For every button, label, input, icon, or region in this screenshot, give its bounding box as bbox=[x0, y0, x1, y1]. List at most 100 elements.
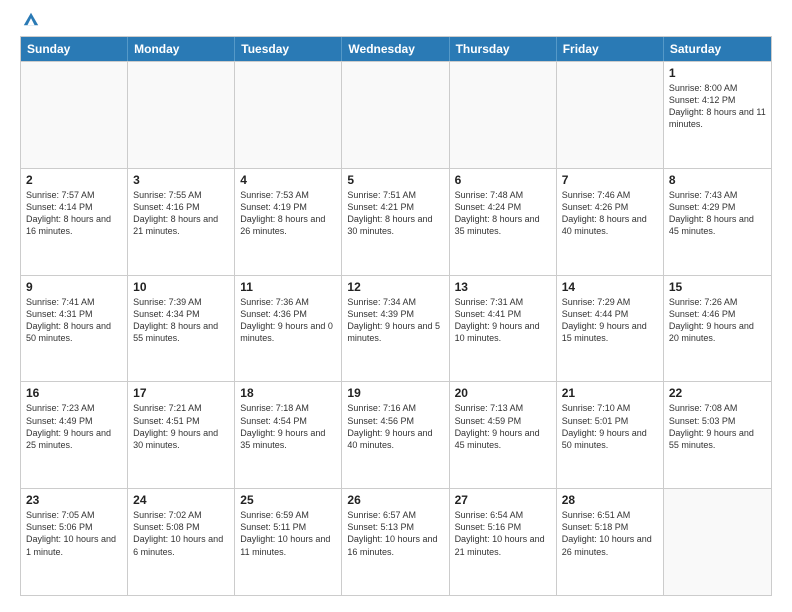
calendar-header-row: SundayMondayTuesdayWednesdayThursdayFrid… bbox=[21, 37, 771, 61]
day-number: 15 bbox=[669, 280, 766, 294]
calendar-cell: 16 Sunrise: 7:23 AM Sunset: 4:49 PM Dayli… bbox=[21, 382, 128, 488]
cell-info: Sunrise: 7:10 AM Sunset: 5:01 PM Dayligh… bbox=[562, 402, 658, 451]
calendar-cell: 26 Sunrise: 6:57 AM Sunset: 5:13 PM Dayli… bbox=[342, 489, 449, 595]
calendar-cell: 10 Sunrise: 7:39 AM Sunset: 4:34 PM Dayli… bbox=[128, 276, 235, 382]
calendar-cell: 18 Sunrise: 7:18 AM Sunset: 4:54 PM Dayli… bbox=[235, 382, 342, 488]
calendar-cell: 23 Sunrise: 7:05 AM Sunset: 5:06 PM Dayli… bbox=[21, 489, 128, 595]
cell-info: Sunrise: 7:02 AM Sunset: 5:08 PM Dayligh… bbox=[133, 509, 229, 558]
calendar: SundayMondayTuesdayWednesdayThursdayFrid… bbox=[20, 36, 772, 596]
calendar-cell: 25 Sunrise: 6:59 AM Sunset: 5:11 PM Dayli… bbox=[235, 489, 342, 595]
cell-info: Sunrise: 6:57 AM Sunset: 5:13 PM Dayligh… bbox=[347, 509, 443, 558]
day-number: 2 bbox=[26, 173, 122, 187]
calendar-cell: 12 Sunrise: 7:34 AM Sunset: 4:39 PM Dayli… bbox=[342, 276, 449, 382]
calendar-cell bbox=[450, 62, 557, 168]
day-number: 14 bbox=[562, 280, 658, 294]
page: SundayMondayTuesdayWednesdayThursdayFrid… bbox=[0, 0, 792, 612]
day-number: 18 bbox=[240, 386, 336, 400]
cell-info: Sunrise: 7:08 AM Sunset: 5:03 PM Dayligh… bbox=[669, 402, 766, 451]
calendar-cell bbox=[128, 62, 235, 168]
calendar-body: 1 Sunrise: 8:00 AM Sunset: 4:12 PM Daylig… bbox=[21, 61, 771, 595]
calendar-cell: 2 Sunrise: 7:57 AM Sunset: 4:14 PM Daylig… bbox=[21, 169, 128, 275]
header-day-tuesday: Tuesday bbox=[235, 37, 342, 61]
cell-info: Sunrise: 7:31 AM Sunset: 4:41 PM Dayligh… bbox=[455, 296, 551, 345]
calendar-cell bbox=[557, 62, 664, 168]
calendar-cell: 15 Sunrise: 7:26 AM Sunset: 4:46 PM Dayli… bbox=[664, 276, 771, 382]
calendar-cell: 1 Sunrise: 8:00 AM Sunset: 4:12 PM Daylig… bbox=[664, 62, 771, 168]
calendar-cell: 8 Sunrise: 7:43 AM Sunset: 4:29 PM Daylig… bbox=[664, 169, 771, 275]
cell-info: Sunrise: 7:53 AM Sunset: 4:19 PM Dayligh… bbox=[240, 189, 336, 238]
cell-info: Sunrise: 7:39 AM Sunset: 4:34 PM Dayligh… bbox=[133, 296, 229, 345]
day-number: 23 bbox=[26, 493, 122, 507]
cell-info: Sunrise: 7:41 AM Sunset: 4:31 PM Dayligh… bbox=[26, 296, 122, 345]
cell-info: Sunrise: 6:51 AM Sunset: 5:18 PM Dayligh… bbox=[562, 509, 658, 558]
cell-info: Sunrise: 7:29 AM Sunset: 4:44 PM Dayligh… bbox=[562, 296, 658, 345]
calendar-cell: 14 Sunrise: 7:29 AM Sunset: 4:44 PM Dayli… bbox=[557, 276, 664, 382]
calendar-cell: 27 Sunrise: 6:54 AM Sunset: 5:16 PM Dayli… bbox=[450, 489, 557, 595]
cell-info: Sunrise: 7:05 AM Sunset: 5:06 PM Dayligh… bbox=[26, 509, 122, 558]
day-number: 7 bbox=[562, 173, 658, 187]
calendar-cell: 17 Sunrise: 7:21 AM Sunset: 4:51 PM Dayli… bbox=[128, 382, 235, 488]
calendar-cell: 6Sunrise: 7:48 AM Sunset: 4:24 PM Daylig… bbox=[450, 169, 557, 275]
day-number: 22 bbox=[669, 386, 766, 400]
cell-info: Sunrise: 7:46 AM Sunset: 4:26 PM Dayligh… bbox=[562, 189, 658, 238]
header-day-thursday: Thursday bbox=[450, 37, 557, 61]
day-number: 10 bbox=[133, 280, 229, 294]
cell-info: Sunrise: 6:54 AM Sunset: 5:16 PM Dayligh… bbox=[455, 509, 551, 558]
logo bbox=[20, 20, 40, 28]
cell-info: Sunrise: 7:36 AM Sunset: 4:36 PM Dayligh… bbox=[240, 296, 336, 345]
day-number: 8 bbox=[669, 173, 766, 187]
calendar-cell: 24 Sunrise: 7:02 AM Sunset: 5:08 PM Dayli… bbox=[128, 489, 235, 595]
cell-info: Sunrise: 7:55 AM Sunset: 4:16 PM Dayligh… bbox=[133, 189, 229, 238]
cell-info: Sunrise: 7:57 AM Sunset: 4:14 PM Dayligh… bbox=[26, 189, 122, 238]
day-number: 9 bbox=[26, 280, 122, 294]
day-number: 17 bbox=[133, 386, 229, 400]
calendar-cell bbox=[342, 62, 449, 168]
day-number: 4 bbox=[240, 173, 336, 187]
calendar-cell bbox=[664, 489, 771, 595]
calendar-cell: 19Sunrise: 7:16 AM Sunset: 4:56 PM Dayli… bbox=[342, 382, 449, 488]
day-number: 24 bbox=[133, 493, 229, 507]
cell-info: Sunrise: 7:18 AM Sunset: 4:54 PM Dayligh… bbox=[240, 402, 336, 451]
header-day-friday: Friday bbox=[557, 37, 664, 61]
header-day-wednesday: Wednesday bbox=[342, 37, 449, 61]
calendar-cell: 9 Sunrise: 7:41 AM Sunset: 4:31 PM Daylig… bbox=[21, 276, 128, 382]
day-number: 27 bbox=[455, 493, 551, 507]
day-number: 20 bbox=[455, 386, 551, 400]
calendar-week-5: 23 Sunrise: 7:05 AM Sunset: 5:06 PM Dayli… bbox=[21, 488, 771, 595]
calendar-cell bbox=[21, 62, 128, 168]
day-number: 25 bbox=[240, 493, 336, 507]
cell-info: Sunrise: 7:26 AM Sunset: 4:46 PM Dayligh… bbox=[669, 296, 766, 345]
calendar-cell: 11 Sunrise: 7:36 AM Sunset: 4:36 PM Dayli… bbox=[235, 276, 342, 382]
day-number: 28 bbox=[562, 493, 658, 507]
calendar-cell: 4 Sunrise: 7:53 AM Sunset: 4:19 PM Daylig… bbox=[235, 169, 342, 275]
calendar-cell: 7 Sunrise: 7:46 AM Sunset: 4:26 PM Daylig… bbox=[557, 169, 664, 275]
cell-info: Sunrise: 7:13 AM Sunset: 4:59 PM Dayligh… bbox=[455, 402, 551, 451]
day-number: 26 bbox=[347, 493, 443, 507]
cell-info: Sunrise: 7:43 AM Sunset: 4:29 PM Dayligh… bbox=[669, 189, 766, 238]
day-number: 1 bbox=[669, 66, 766, 80]
day-number: 13 bbox=[455, 280, 551, 294]
cell-info: Sunrise: 7:51 AM Sunset: 4:21 PM Dayligh… bbox=[347, 189, 443, 238]
calendar-week-2: 2 Sunrise: 7:57 AM Sunset: 4:14 PM Daylig… bbox=[21, 168, 771, 275]
calendar-cell: 28 Sunrise: 6:51 AM Sunset: 5:18 PM Dayli… bbox=[557, 489, 664, 595]
cell-info: Sunrise: 8:00 AM Sunset: 4:12 PM Dayligh… bbox=[669, 82, 766, 131]
header-day-saturday: Saturday bbox=[664, 37, 771, 61]
calendar-week-1: 1 Sunrise: 8:00 AM Sunset: 4:12 PM Daylig… bbox=[21, 61, 771, 168]
calendar-week-3: 9 Sunrise: 7:41 AM Sunset: 4:31 PM Daylig… bbox=[21, 275, 771, 382]
cell-info: Sunrise: 7:23 AM Sunset: 4:49 PM Dayligh… bbox=[26, 402, 122, 451]
header bbox=[20, 16, 772, 28]
calendar-cell: 3 Sunrise: 7:55 AM Sunset: 4:16 PM Daylig… bbox=[128, 169, 235, 275]
day-number: 16 bbox=[26, 386, 122, 400]
day-number: 12 bbox=[347, 280, 443, 294]
day-number: 19 bbox=[347, 386, 443, 400]
calendar-cell: 21Sunrise: 7:10 AM Sunset: 5:01 PM Dayli… bbox=[557, 382, 664, 488]
day-number: 5 bbox=[347, 173, 443, 187]
cell-info: Sunrise: 7:34 AM Sunset: 4:39 PM Dayligh… bbox=[347, 296, 443, 345]
cell-info: Sunrise: 6:59 AM Sunset: 5:11 PM Dayligh… bbox=[240, 509, 336, 558]
calendar-week-4: 16 Sunrise: 7:23 AM Sunset: 4:49 PM Dayli… bbox=[21, 381, 771, 488]
day-number: 3 bbox=[133, 173, 229, 187]
cell-info: Sunrise: 7:21 AM Sunset: 4:51 PM Dayligh… bbox=[133, 402, 229, 451]
logo-icon bbox=[22, 10, 40, 28]
calendar-cell: 5 Sunrise: 7:51 AM Sunset: 4:21 PM Daylig… bbox=[342, 169, 449, 275]
day-number: 11 bbox=[240, 280, 336, 294]
